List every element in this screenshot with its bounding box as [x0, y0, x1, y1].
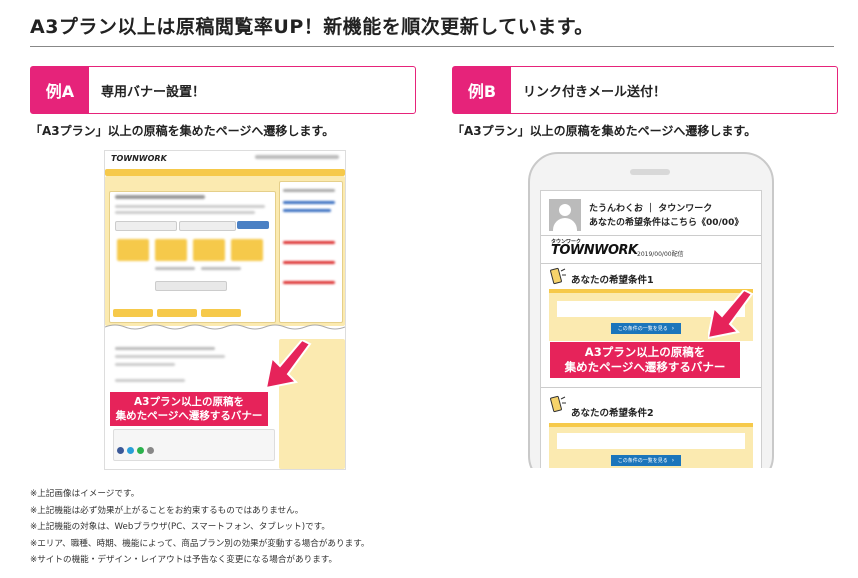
- note-line: ※上記機能は必ず効果が上がることをお約束するものではありません。: [30, 505, 304, 516]
- example-a-banner-line1: A3プラン以上の原稿を: [134, 396, 244, 408]
- site-icon-tile: [155, 239, 187, 261]
- site-tab: [157, 309, 197, 317]
- section2-button[interactable]: この条件の一覧を見る ›: [611, 455, 681, 466]
- site-tab: [201, 309, 241, 317]
- site-text-line: [115, 347, 215, 350]
- phone-icon: [549, 267, 567, 287]
- phone-cutoff: [520, 468, 780, 488]
- mail-sender: たうんわくお ｜ タウンワーク: [589, 204, 713, 214]
- example-b-description: 「A3プラン」以上の原稿を集めたページへ遷移します。: [452, 124, 757, 138]
- site-side-line: [283, 209, 331, 212]
- site-search-button: [237, 221, 269, 229]
- site-topnav: [255, 155, 339, 159]
- example-b-label: リンク付きメール送付！: [523, 84, 667, 100]
- site-text-line: [115, 205, 265, 208]
- site-social-icon: [137, 447, 144, 454]
- site-search-input: [179, 221, 236, 231]
- example-b-banner-line1: A3プラン以上の原稿を: [584, 345, 706, 359]
- site-text-line: [201, 267, 241, 270]
- site-social-icon: [127, 447, 134, 454]
- chevron-right-icon: ›: [671, 325, 675, 332]
- example-b-banner: A3プラン以上の原稿を 集めたページへ遷移するバナー: [550, 342, 740, 378]
- note-line: ※エリア、職種、時期、機能によって、商品プラン別の効果が変動する場合があります。: [30, 538, 370, 549]
- example-a-label: 専用バナー設置！: [101, 84, 206, 100]
- example-b-tag: 例B: [453, 67, 511, 113]
- avatar: [549, 199, 581, 231]
- site-icon-tile: [193, 239, 225, 261]
- section-divider: [541, 387, 761, 388]
- example-a-header: 例A 専用バナー設置！: [30, 66, 416, 114]
- site-text-line: [115, 211, 255, 214]
- section2-field: [557, 433, 745, 449]
- site-text-line: [115, 363, 175, 366]
- site-text-line: [155, 267, 195, 270]
- section2-button-label: この条件の一覧を見る: [617, 458, 668, 464]
- site-grey-button: [155, 281, 227, 291]
- phone-icon: [549, 395, 567, 415]
- notes: ※上記画像はイメージです。 ※上記機能は必ず効果が上がることをお約束するものでは…: [30, 486, 370, 569]
- site-text-line: [115, 379, 185, 382]
- section1-title: あなたの希望条件1: [571, 275, 654, 286]
- site-tab: [113, 309, 153, 317]
- site-icon-tile: [117, 239, 149, 261]
- site-side-line: [283, 241, 335, 244]
- site-social-icon: [147, 447, 154, 454]
- note-line: ※上記機能の対象は、Webブラウザ(PC、スマートフォン、タブレット)です。: [30, 522, 331, 532]
- site-social-row: [113, 429, 275, 461]
- chevron-right-icon: ›: [671, 457, 675, 464]
- site-nav-bar: [105, 169, 345, 176]
- site-side-line: [283, 189, 335, 192]
- tear-line: [105, 324, 345, 337]
- mail-subject: あなたの希望条件はこちら《00/00》: [589, 218, 744, 228]
- note-line: ※上記画像はイメージです。: [30, 489, 140, 499]
- site-search-input: [115, 221, 177, 231]
- note-line: ※サイトの機能・デザイン・レイアウトは予告なく変更になる場合があります。: [30, 555, 338, 565]
- example-a-banner-line2: 集めたページへ遷移するバナー: [115, 410, 263, 422]
- example-a-banner: A3プラン以上の原稿を 集めたページへ遷移するバナー: [110, 392, 268, 426]
- site-heading-line: [115, 195, 205, 199]
- section1-button-label: この条件の一覧を見る: [617, 326, 668, 332]
- page-title: A3プラン以上は原稿閲覧率UP！新機能を順次更新しています。: [30, 16, 594, 38]
- site-text-line: [115, 355, 225, 358]
- section2-title: あなたの希望条件2: [571, 408, 654, 419]
- example-b-banner-line2: 集めたページへ遷移するバナー: [564, 360, 726, 374]
- site-side-line: [283, 201, 335, 204]
- site-logo: TOWNWORK: [111, 154, 167, 163]
- arrow-icon: [266, 340, 312, 390]
- example-a-description: 「A3プラン」以上の原稿を集めたページへ遷移します。: [30, 124, 335, 138]
- site-side-line: [283, 261, 335, 264]
- example-b-header: 例B リンク付きメール送付！: [452, 66, 838, 114]
- section-divider: [541, 263, 761, 264]
- section1-button[interactable]: この条件の一覧を見る ›: [611, 323, 681, 334]
- logo: TOWNWORK: [551, 243, 638, 258]
- arrow-icon: [708, 290, 754, 340]
- phone-speaker: [630, 169, 670, 175]
- title-rule: [30, 46, 834, 47]
- site-social-icon: [117, 447, 124, 454]
- site-side-line: [283, 281, 335, 284]
- mail-date: 2019/00/00配信: [637, 251, 684, 258]
- example-a-tag: 例A: [31, 67, 89, 113]
- site-icon-tile: [231, 239, 263, 261]
- mail-divider: [541, 235, 761, 236]
